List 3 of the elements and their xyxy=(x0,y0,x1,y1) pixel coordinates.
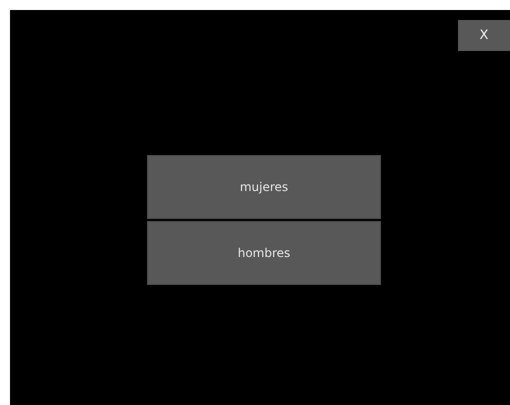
close-button[interactable]: X xyxy=(458,20,510,51)
option-button[interactable]: hombres xyxy=(147,221,381,285)
option-button[interactable]: mujeres xyxy=(147,155,381,219)
